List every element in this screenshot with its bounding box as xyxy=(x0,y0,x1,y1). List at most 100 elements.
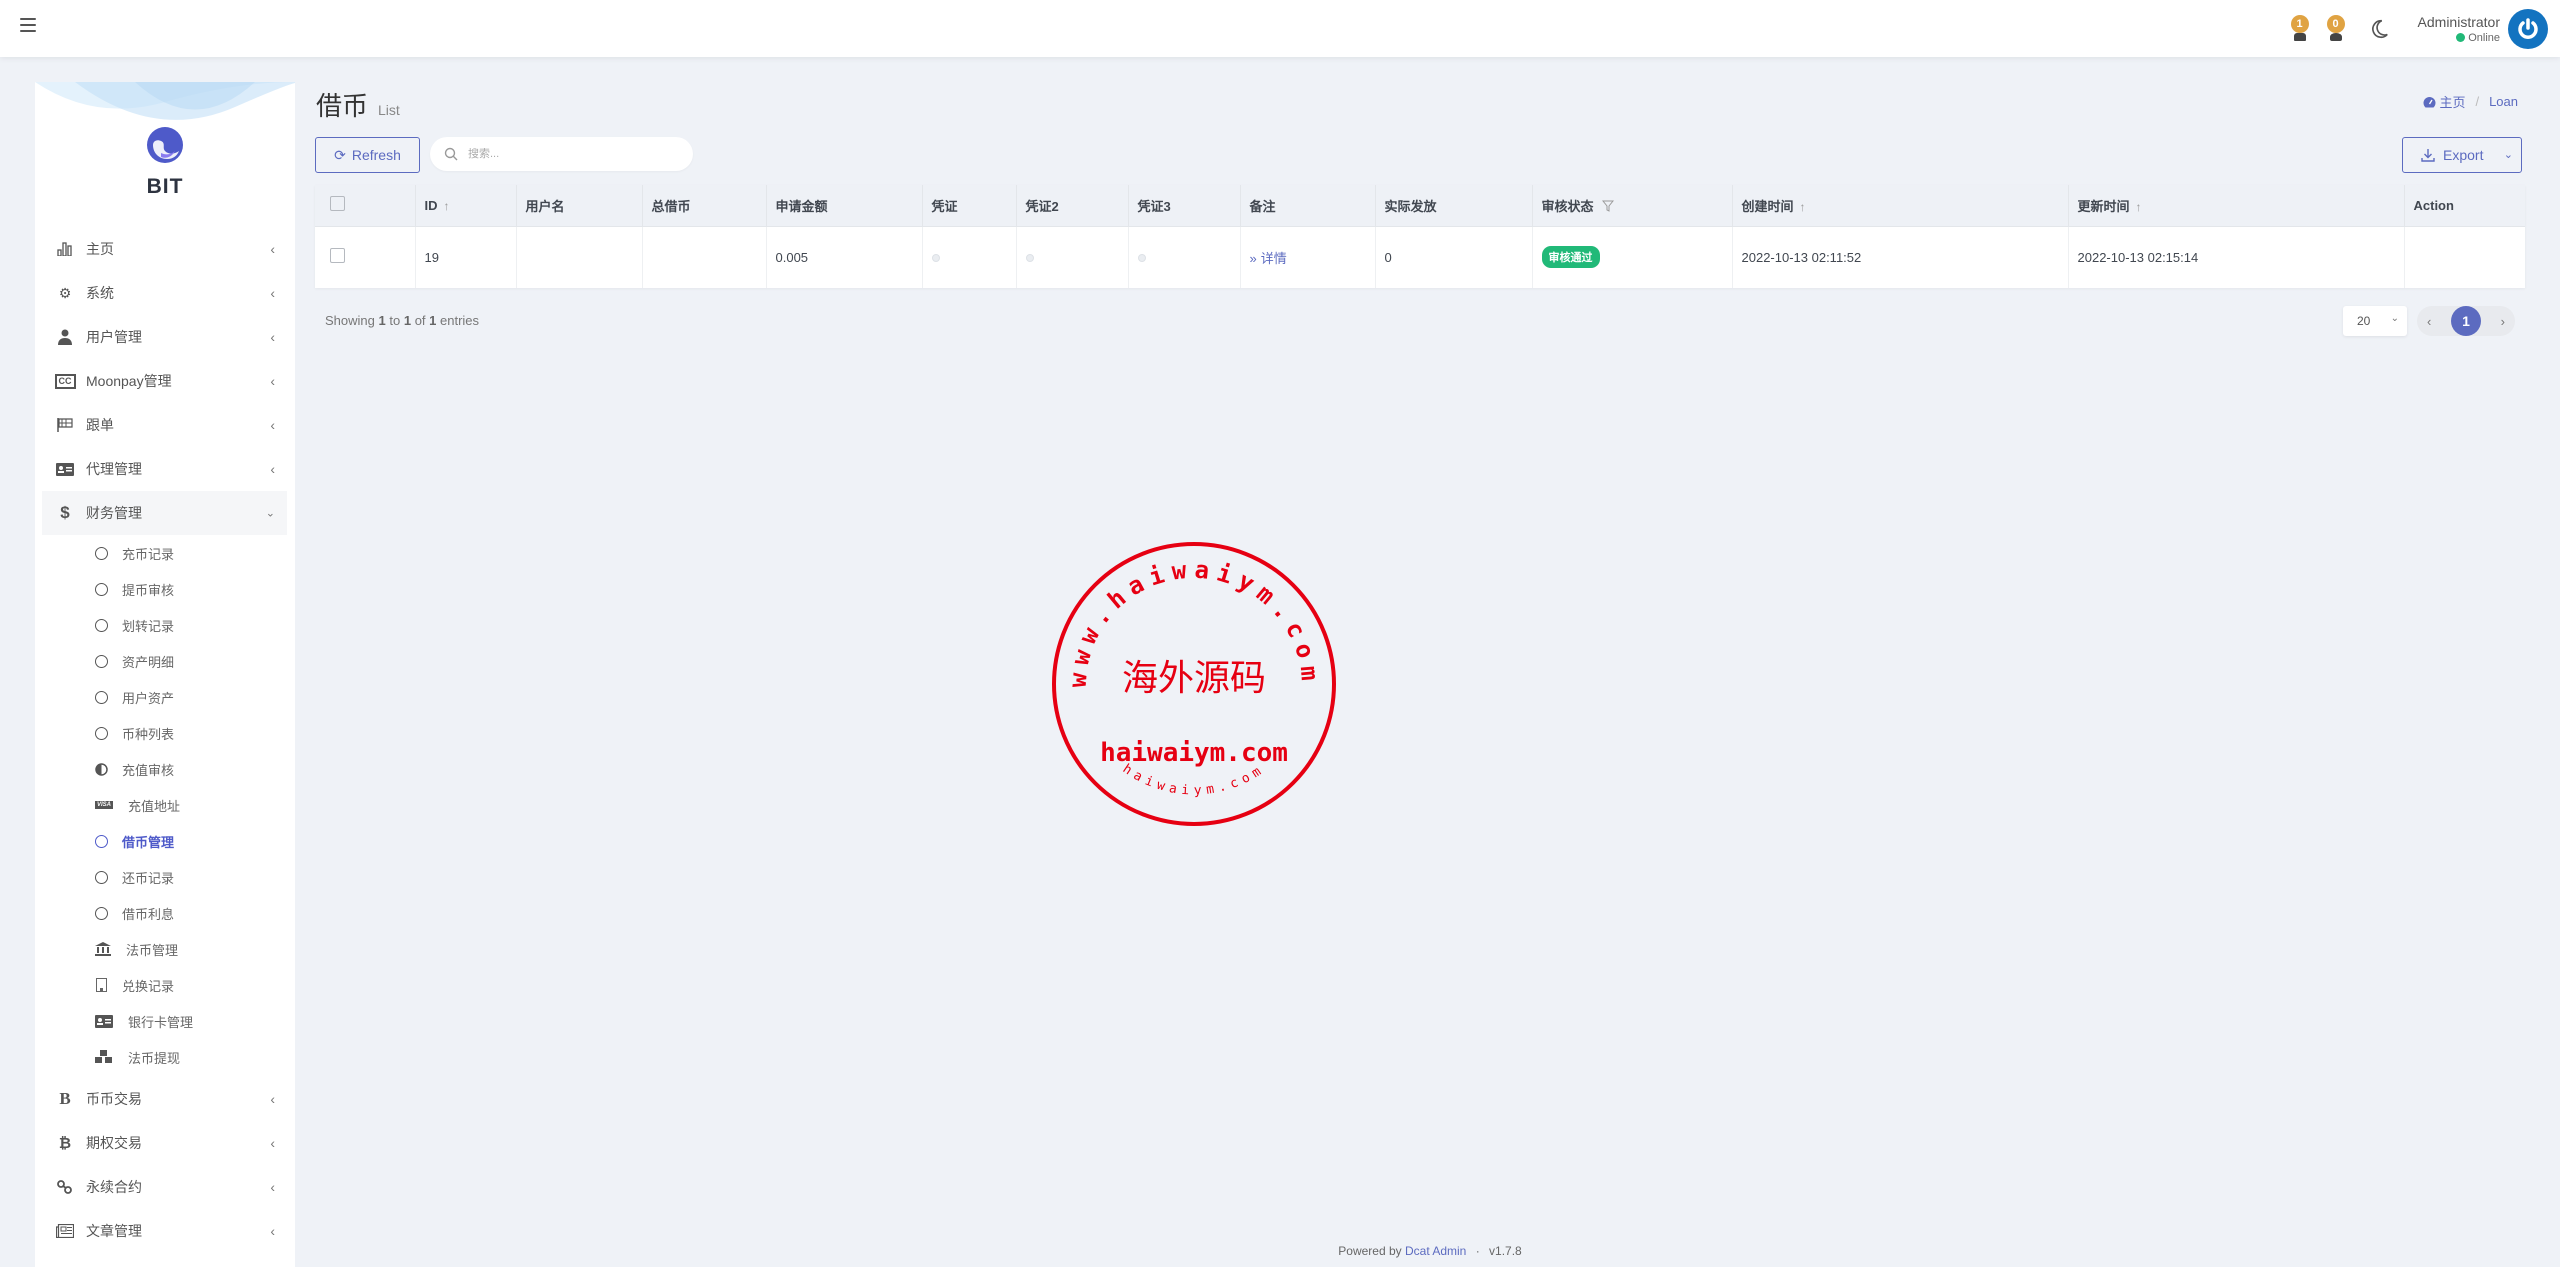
dashboard-icon xyxy=(2423,96,2436,107)
sidebar-subitem-currency-list[interactable]: 币种列表 xyxy=(42,715,287,751)
search-box xyxy=(430,137,693,171)
sidebar-item-moonpay[interactable]: CC Moonpay管理 ‹ xyxy=(42,359,287,403)
link-icon xyxy=(54,1178,76,1196)
sidebar-subitem-label: 法币提现 xyxy=(128,1050,181,1066)
avatar[interactable] xyxy=(2508,8,2548,49)
sidebar-item-agents[interactable]: 代理管理 ‹ xyxy=(42,447,287,491)
user-alert-button[interactable]: 0 xyxy=(2324,14,2348,41)
sidebar-subitem-user-assets[interactable]: 用户资产 xyxy=(42,679,287,715)
per-page-select[interactable]: 20 ⌄ xyxy=(2343,306,2407,336)
sidebar-item-finance[interactable]: $ 财务管理 ⌄ xyxy=(42,491,287,535)
breadcrumb-current: Loan xyxy=(2489,94,2518,109)
user-info[interactable]: Administrator Online xyxy=(2418,14,2500,44)
sort-arrow-icon[interactable]: ↑ xyxy=(1800,200,1806,214)
sidebar-subitem-label: 充值地址 xyxy=(128,798,181,814)
footer-brand-link[interactable]: Dcat Admin xyxy=(1405,1244,1466,1258)
proof-image-thumbnail[interactable] xyxy=(1025,253,1034,262)
sidebar-subitem-loan-interest[interactable]: 借币利息 xyxy=(42,895,287,931)
sidebar-item-perpetual-contract[interactable]: 永续合约 ‹ xyxy=(42,1165,287,1209)
sidebar-subitem-label: 借币利息 xyxy=(122,906,175,922)
sidebar-subitem-recharge-address[interactable]: VISA 充值地址 xyxy=(42,787,287,823)
cell-status: 审核通过 xyxy=(1532,226,1733,288)
select-all-header xyxy=(315,185,416,227)
sidebar-item-system[interactable]: ⚙ 系统 ‹ xyxy=(42,271,287,315)
sidebar-item-spot-trading[interactable]: B 币币交易 ‹ xyxy=(42,1077,287,1121)
logo[interactable]: BIT xyxy=(35,127,295,199)
column-header-created-at[interactable]: 创建时间 ↑ xyxy=(1732,185,2069,227)
cell-created-at: 2022-10-13 02:11:52 xyxy=(1732,226,2069,288)
page-title: 借币 List xyxy=(316,86,400,123)
page-subtitle: List xyxy=(378,102,400,118)
sort-arrow-icon[interactable]: ↑ xyxy=(444,199,450,213)
export-button[interactable]: Export ⌄ xyxy=(2402,137,2522,173)
table-header-row: ID ↑ 用户名 总借币 申请金额 凭证 凭证2 凭证3 备注 实际发放 审核状态… xyxy=(315,185,2525,227)
sidebar-subitem-asset-details[interactable]: 资产明细 xyxy=(42,643,287,679)
sidebar-item-label: 用户管理 xyxy=(86,329,142,345)
user-name: Administrator xyxy=(2417,13,2500,30)
building-icon xyxy=(94,978,108,992)
previous-page-button[interactable]: ‹ xyxy=(2427,314,2431,329)
sidebar-subitem-label: 充币记录 xyxy=(122,546,175,562)
sidebar-item-copy-trade[interactable]: 跟单 ‹ xyxy=(42,403,287,447)
chevron-down-icon[interactable]: ⌄ xyxy=(2504,148,2513,161)
chevron-left-icon: ‹ xyxy=(270,1223,275,1239)
notification-bell-button[interactable]: 1 xyxy=(2288,14,2312,41)
circle-icon xyxy=(94,618,108,632)
search-input[interactable] xyxy=(468,148,668,160)
online-dot-icon xyxy=(2456,33,2466,42)
refresh-button[interactable]: ⟳ Refresh xyxy=(315,137,420,173)
cell-issued: 0 xyxy=(1375,226,1533,288)
breadcrumb-home-link[interactable]: 主页 xyxy=(2439,92,2465,111)
sidebar-subitem-loan-management[interactable]: 借币管理 xyxy=(42,823,287,859)
proof-image-thumbnail[interactable] xyxy=(931,253,940,262)
footer-prefix: Powered by xyxy=(1338,1244,1402,1258)
chevron-left-icon: ‹ xyxy=(270,417,275,433)
sidebar-subitem-deposit-records[interactable]: 充币记录 xyxy=(42,535,287,571)
sort-arrow-icon[interactable]: ↑ xyxy=(2136,200,2142,214)
filter-icon[interactable] xyxy=(1601,200,1614,212)
chevron-down-icon: ⌄ xyxy=(2390,313,2399,324)
sidebar-subitem-repay-records[interactable]: 还币记录 xyxy=(42,859,287,895)
row-select-cell xyxy=(315,226,416,288)
bank-icon xyxy=(94,942,112,956)
menu-toggle-icon[interactable] xyxy=(20,18,36,32)
column-header-proof1: 凭证 xyxy=(922,185,1017,227)
remark-detail-link[interactable]: » 详情 xyxy=(1250,251,1287,266)
entries-of-word: of xyxy=(414,313,426,328)
sidebar-subitem-label: 还币记录 xyxy=(122,870,175,886)
next-page-button[interactable]: › xyxy=(2501,314,2505,329)
entries-prefix: Showing xyxy=(325,313,375,328)
sidebar-subitem-fiat-management[interactable]: 法币管理 xyxy=(42,931,287,967)
sidebar-item-label: 文章管理 xyxy=(86,1223,142,1239)
sidebar-subitem-transfer-records[interactable]: 划转记录 xyxy=(42,607,287,643)
per-page-value: 20 xyxy=(2357,314,2371,328)
row-checkbox[interactable] xyxy=(330,248,345,264)
sidebar-wave-decoration xyxy=(35,82,295,120)
page-button-current[interactable]: 1 xyxy=(2451,306,2481,336)
entries-to: 1 xyxy=(403,313,412,328)
sidebar-item-home[interactable]: 主页 ‹ xyxy=(42,227,287,271)
download-icon xyxy=(2421,149,2435,162)
column-header-updated-at[interactable]: 更新时间 ↑ xyxy=(2068,185,2405,227)
select-all-checkbox[interactable] xyxy=(330,196,345,212)
sidebar-subitem-recharge-review[interactable]: 充值审核 xyxy=(42,751,287,787)
power-icon xyxy=(2518,17,2538,39)
sidebar-subitem-label: 法币管理 xyxy=(126,942,179,958)
proof-image-thumbnail[interactable] xyxy=(1137,253,1146,262)
column-header-id[interactable]: ID ↑ xyxy=(415,185,517,227)
cell-total-borrow xyxy=(642,226,767,288)
sidebar-subitem-fiat-withdraw[interactable]: 法币提现 xyxy=(42,1039,287,1075)
cell-username xyxy=(516,226,643,288)
sidebar-menu: 主页 ‹ ⚙ 系统 ‹ 用户管理 ‹ CC Moonpay管理 ‹ 跟单 ‹ 代… xyxy=(42,227,287,1253)
footer-separator: · xyxy=(1475,1244,1480,1258)
cell-proof1 xyxy=(922,226,1017,288)
sidebar-item-options-trading[interactable]: ₿ 期权交易 ‹ xyxy=(42,1121,287,1165)
sidebar-subitem-exchange-records[interactable]: 兑换记录 xyxy=(42,967,287,1003)
sidebar-subitem-withdraw-review[interactable]: 提币审核 xyxy=(42,571,287,607)
moon-icon[interactable] xyxy=(2368,18,2390,40)
sidebar-subitem-bank-cards[interactable]: 银行卡管理 xyxy=(42,1003,287,1039)
refresh-icon: ⟳ xyxy=(334,146,346,163)
bar-chart-icon xyxy=(54,240,76,258)
flag-checkered-icon xyxy=(54,416,76,434)
sidebar-item-users[interactable]: 用户管理 ‹ xyxy=(42,315,287,359)
